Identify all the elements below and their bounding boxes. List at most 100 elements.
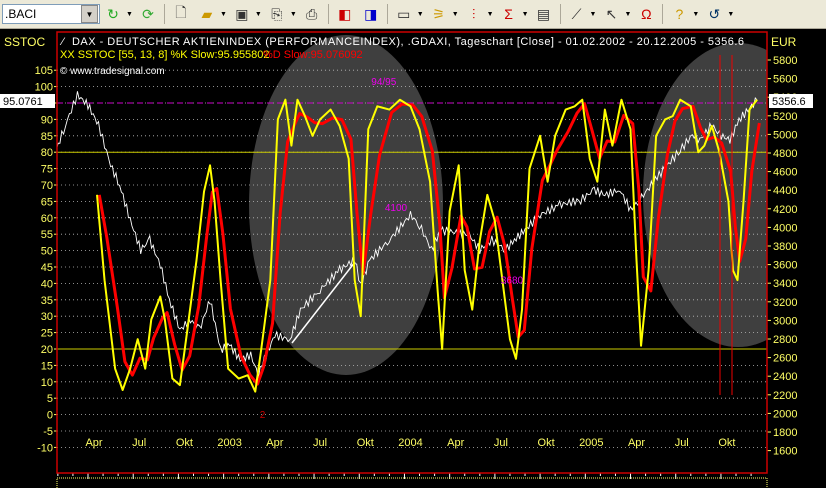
separator	[662, 4, 664, 24]
left-tick-label: 25	[41, 328, 53, 340]
right-tick-label: 2200	[773, 390, 797, 402]
help-icon[interactable]: ?	[669, 4, 689, 24]
annotation: 4100	[385, 203, 408, 214]
left-tick-label: 85	[41, 131, 53, 143]
save-icon[interactable]: ▣	[232, 4, 252, 24]
dropdown-icon[interactable]: ▼	[624, 11, 631, 18]
dropdown-icon[interactable]: ▼	[220, 11, 227, 18]
left-tick-label: 10	[41, 377, 53, 389]
separator	[327, 4, 329, 24]
symbol-value: .BACI	[5, 7, 37, 21]
right-tick-label: 2000	[773, 408, 797, 420]
right-tick-label: 2400	[773, 371, 797, 383]
right-tick-label: 4800	[773, 148, 797, 160]
new-document-icon[interactable]: 🗋	[171, 4, 191, 24]
left-tick-label: 70	[41, 180, 53, 192]
left-tick-label: 5	[47, 393, 53, 405]
annotation: 3680	[501, 275, 524, 286]
right-tick-label: 4600	[773, 167, 797, 179]
chart-next-icon[interactable]: ◨	[361, 4, 381, 24]
go-arrow-icon[interactable]: ↻	[103, 4, 123, 24]
chart-title-text: DAX - DEUTSCHER AKTIENINDEX (PERFORMANCE…	[72, 36, 744, 48]
left-tick-label: 90	[41, 114, 53, 126]
left-tick-label: 55	[41, 229, 53, 241]
x-tick-label: 2005	[579, 437, 603, 449]
left-current-value: 95.0761	[3, 96, 43, 108]
dropdown-icon[interactable]: ▼	[522, 11, 529, 18]
time-scrollbar[interactable]	[56, 477, 768, 488]
separator	[559, 4, 561, 24]
right-tick-label: 5000	[773, 129, 797, 141]
left-tick-label: 65	[41, 196, 53, 208]
right-tick-label: 4400	[773, 185, 797, 197]
symbol-combo[interactable]: .BACI ▼	[2, 4, 100, 24]
dropdown-icon[interactable]: ▼	[255, 11, 262, 18]
separator	[163, 4, 165, 24]
open-folder-icon[interactable]: ▰	[197, 4, 217, 24]
sigma-icon[interactable]: Σ	[499, 4, 519, 24]
copyright: © www.tradesignal.com	[60, 66, 165, 77]
right-tick-label: 5200	[773, 111, 797, 123]
undo-icon[interactable]: ↺	[704, 4, 724, 24]
highlight-ellipse	[249, 35, 443, 375]
x-tick-label: Jul	[313, 437, 327, 449]
x-tick-label: Apr	[447, 437, 464, 449]
dropdown-icon[interactable]: ▼	[727, 11, 734, 18]
properties-icon[interactable]: ▤	[534, 4, 554, 24]
left-tick-label: -5	[43, 426, 53, 438]
x-tick-label: Okt	[538, 437, 555, 449]
chart-title: ⁄	[59, 36, 66, 48]
right-tick-label: 3400	[773, 278, 797, 290]
annotation: 94/95	[371, 77, 396, 88]
x-tick-label: Okt	[176, 437, 193, 449]
chevron-down-icon[interactable]: ▼	[81, 5, 98, 23]
x-tick-label: 2003	[217, 437, 241, 449]
copy-icon[interactable]: ⎘	[267, 4, 287, 24]
x-tick-label: Jul	[132, 437, 146, 449]
x-tick-label: Apr	[628, 437, 645, 449]
left-tick-label: -10	[37, 442, 53, 454]
right-tick-label: 4000	[773, 222, 797, 234]
dropdown-icon[interactable]: ▼	[126, 11, 133, 18]
print-icon[interactable]: ⎙	[302, 4, 322, 24]
highlight-ellipse	[643, 43, 767, 347]
draw-line-icon[interactable]: ⟋	[567, 4, 587, 24]
right-current-value: 5356.6	[772, 96, 806, 108]
left-axis-title: SSTOC	[4, 35, 45, 49]
left-tick-label: 15	[41, 360, 53, 372]
right-axis-title: EUR	[771, 35, 797, 49]
x-tick-label: Apr	[85, 437, 102, 449]
left-tick-label: 75	[41, 164, 53, 176]
indicator-icon[interactable]: ⚞	[429, 4, 449, 24]
right-tick-label: 3200	[773, 297, 797, 309]
right-tick-label: 2800	[773, 334, 797, 346]
magnet-icon[interactable]: Ω	[636, 4, 656, 24]
left-tick-label: 105	[35, 65, 53, 77]
x-tick-label: Apr	[266, 437, 283, 449]
refresh-icon[interactable]: ⟳	[138, 4, 158, 24]
cursor-icon[interactable]: ↖	[601, 4, 621, 24]
chart-prev-icon[interactable]: ◧	[335, 4, 355, 24]
annotation: 2	[260, 410, 266, 421]
right-tick-label: 1800	[773, 427, 797, 439]
dropdown-icon[interactable]: ▼	[487, 11, 494, 18]
dropdown-icon[interactable]: ▼	[417, 11, 424, 18]
right-tick-label: 2600	[773, 353, 797, 365]
right-tick-label: 4200	[773, 204, 797, 216]
k-legend: XX SSTOC [55, 13, 8] %K Slow:95.955802	[60, 49, 270, 61]
candlestick-icon[interactable]: ⫶	[464, 4, 484, 24]
dropdown-icon[interactable]: ▼	[452, 11, 459, 18]
left-tick-label: 20	[41, 344, 53, 356]
x-tick-label: 2004	[398, 437, 422, 449]
left-tick-label: 40	[41, 278, 53, 290]
separator	[386, 4, 388, 24]
dropdown-icon[interactable]: ▼	[590, 11, 597, 18]
right-tick-label: 3000	[773, 315, 797, 327]
dropdown-icon[interactable]: ▼	[692, 11, 699, 18]
stochastic-chart[interactable]: 94/9541003680210510095908580757065605550…	[0, 28, 826, 488]
x-tick-label: Jul	[494, 437, 508, 449]
right-tick-label: 5800	[773, 55, 797, 67]
dropdown-icon[interactable]: ▼	[290, 11, 297, 18]
right-tick-label: 3600	[773, 260, 797, 272]
window-icon[interactable]: ▭	[394, 4, 414, 24]
